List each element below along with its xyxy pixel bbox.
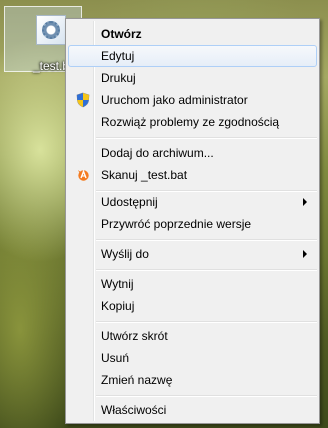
batch-file-gear-icon [36, 15, 66, 45]
menu-item-create-shortcut[interactable]: Utwórz skrót [68, 325, 317, 347]
menu-item-label: Uruchom jako administrator [101, 93, 248, 107]
menu-separator [96, 137, 317, 139]
menu-item-label: Właściwości [101, 403, 167, 417]
menu-separator [96, 395, 317, 397]
menu-item-label: Kopiuj [101, 299, 135, 313]
menu-item-restore-previous-versions[interactable]: Przywróć poprzednie wersje [68, 213, 317, 235]
menu-item-label: Usuń [101, 351, 130, 365]
submenu-arrow-icon [303, 250, 307, 258]
menu-item-run-as-admin[interactable]: Uruchom jako administrator [68, 89, 317, 111]
menu-item-edit[interactable]: Edytuj [68, 45, 317, 67]
menu-item-open[interactable]: Otwórz [68, 23, 317, 45]
menu-item-label: Wytnij [101, 277, 134, 291]
menu-item-label: Przywróć poprzednie wersje [101, 217, 252, 231]
menu-item-cut[interactable]: Wytnij [68, 273, 317, 295]
menu-item-copy[interactable]: Kopiuj [68, 295, 317, 317]
menu-item-label: Utwórz skrót [101, 329, 168, 343]
menu-separator [96, 269, 317, 271]
menu-item-label: Udostępnij [101, 195, 158, 209]
menu-item-add-to-archive[interactable]: Dodaj do archiwum... [68, 142, 317, 164]
menu-item-print[interactable]: Drukuj [68, 67, 317, 89]
menu-item-label: Edytuj [101, 49, 135, 63]
menu-item-troubleshoot-compatibility[interactable]: Rozwiąż problemy ze zgodnością [68, 111, 317, 133]
menu-item-label: Otwórz [101, 27, 142, 41]
menu-item-send-to[interactable]: Wyślij do [68, 243, 317, 265]
uac-shield-icon [76, 92, 90, 108]
menu-separator [96, 321, 317, 323]
avast-antivirus-icon [78, 169, 89, 181]
menu-item-label: Drukuj [101, 71, 136, 85]
gear-icon [42, 21, 60, 39]
context-menu: Otwórz Edytuj Drukuj Uruchom jako admini… [65, 18, 320, 424]
menu-item-label: Skanuj _test.bat [101, 168, 188, 182]
menu-item-share-with[interactable]: Udostępnij [68, 191, 317, 213]
menu-item-rename[interactable]: Zmień nazwę [68, 369, 317, 391]
menu-item-scan-file[interactable]: Skanuj _test.bat [68, 164, 317, 186]
menu-item-label: Zmień nazwę [101, 373, 173, 387]
menu-item-label: Wyślij do [101, 247, 149, 261]
menu-item-label: Rozwiąż problemy ze zgodnością [101, 115, 280, 129]
menu-item-delete[interactable]: Usuń [68, 347, 317, 369]
menu-item-label: Dodaj do archiwum... [101, 146, 214, 160]
submenu-arrow-icon [303, 198, 307, 206]
menu-separator [96, 239, 317, 241]
menu-item-properties[interactable]: Właściwości [68, 399, 317, 421]
